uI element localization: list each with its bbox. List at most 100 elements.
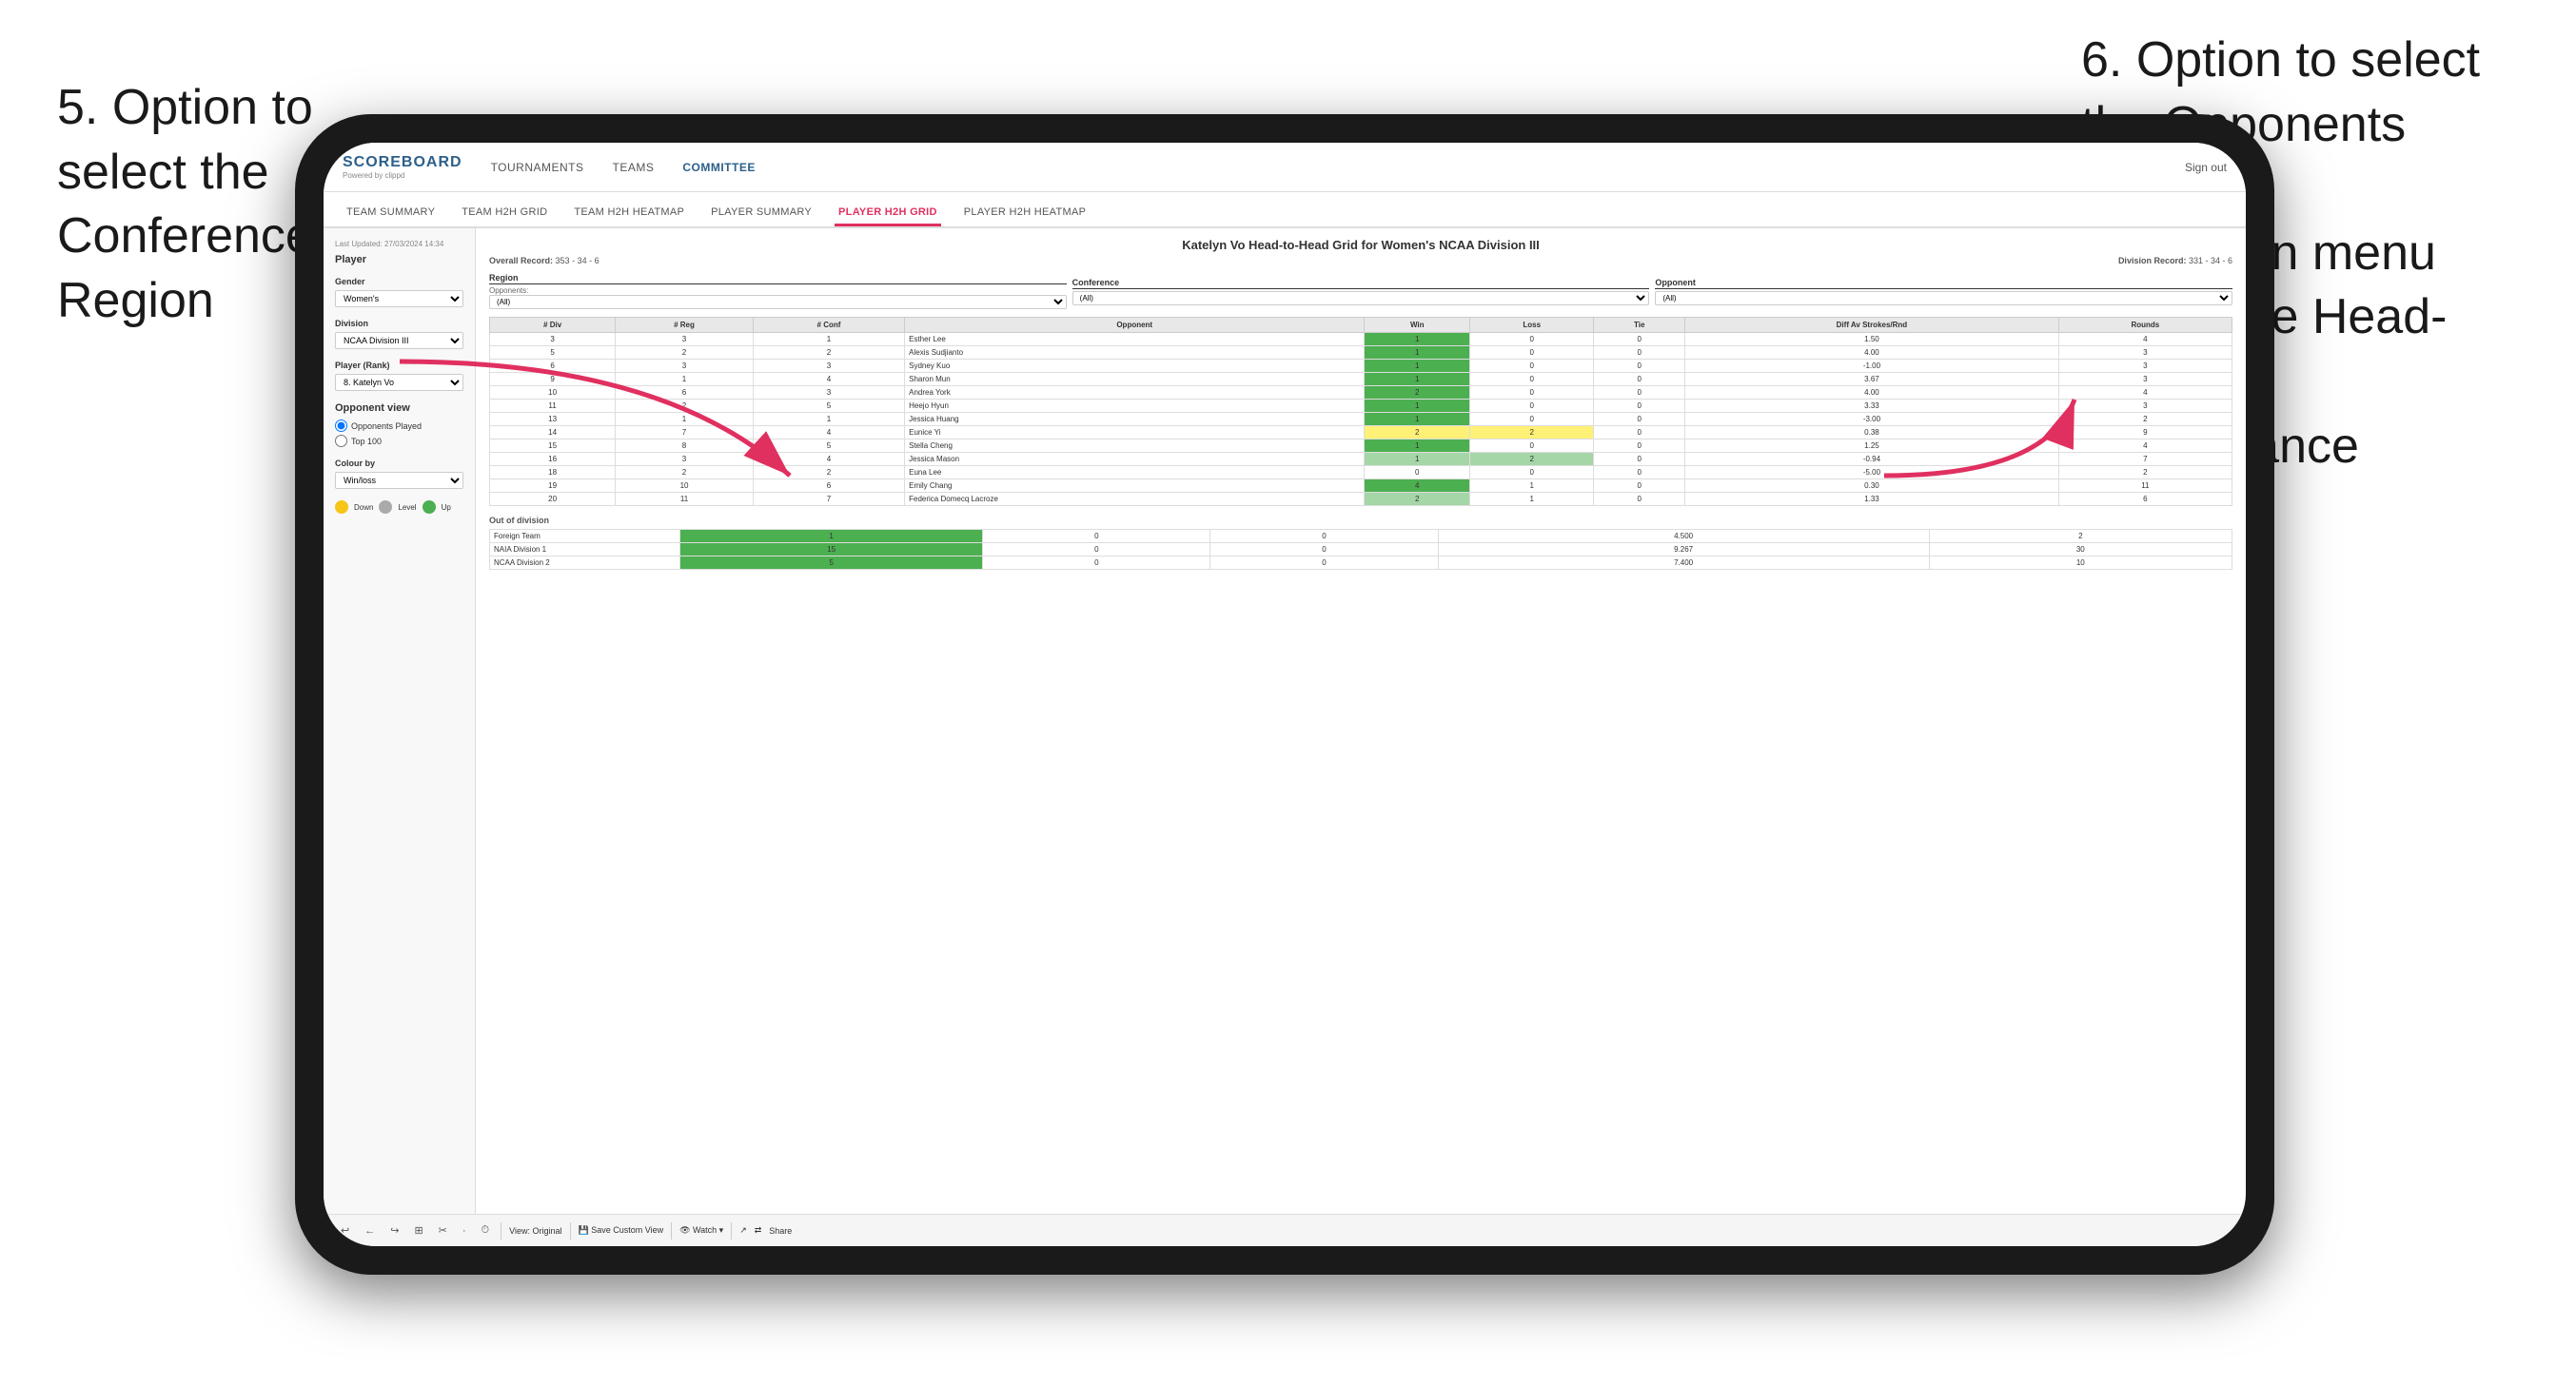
sub-nav-team-h2h-heatmap[interactable]: TEAM H2H HEATMAP bbox=[570, 201, 688, 226]
grid-btn[interactable]: ⊞ bbox=[410, 1222, 426, 1239]
cell-loss: 0 bbox=[1470, 413, 1594, 426]
sub-nav-team-summary[interactable]: TEAM SUMMARY bbox=[343, 201, 439, 226]
th-reg: # Reg bbox=[616, 318, 754, 333]
view-original-btn[interactable]: View: Original bbox=[509, 1226, 561, 1236]
sign-out[interactable]: Sign out bbox=[2185, 161, 2227, 174]
radio-opponents-played[interactable]: Opponents Played bbox=[335, 420, 463, 432]
cell-out-tie: 0 bbox=[1210, 543, 1438, 556]
cell-reg: 6 bbox=[616, 386, 754, 400]
sub-nav-team-h2h-grid[interactable]: TEAM H2H GRID bbox=[458, 201, 551, 226]
cut-btn[interactable]: ✂ bbox=[435, 1222, 451, 1239]
cell-reg: 1 bbox=[616, 373, 754, 386]
cell-conf: 5 bbox=[753, 400, 904, 413]
cell-reg: 10 bbox=[616, 479, 754, 493]
th-win: Win bbox=[1365, 318, 1470, 333]
redo-btn[interactable]: ↪ bbox=[386, 1222, 403, 1239]
sub-nav-player-h2h-grid[interactable]: PLAYER H2H GRID bbox=[835, 201, 941, 226]
table-header-row: # Div # Reg # Conf Opponent Win Loss Tie… bbox=[490, 318, 2232, 333]
player-rank-select[interactable]: 8. Katelyn Vo bbox=[335, 374, 463, 391]
th-rounds: Rounds bbox=[2058, 318, 2232, 333]
cell-out-win: 5 bbox=[680, 556, 983, 570]
cell-out-tie: 0 bbox=[1210, 530, 1438, 543]
record-row: Overall Record: 353 - 34 - 6 Division Re… bbox=[489, 256, 2232, 265]
grid-area: Katelyn Vo Head-to-Head Grid for Women's… bbox=[476, 228, 2246, 1214]
opponent-select[interactable]: (All) bbox=[1655, 291, 2232, 305]
nav-item-tournaments[interactable]: TOURNAMENTS bbox=[491, 157, 584, 178]
gender-select[interactable]: Women's bbox=[335, 290, 463, 307]
share-text-btn[interactable]: Share bbox=[769, 1226, 792, 1236]
cell-reg: 3 bbox=[616, 333, 754, 346]
cell-win: 1 bbox=[1365, 373, 1470, 386]
cell-div: 18 bbox=[490, 466, 616, 479]
cell-opponent: Esther Lee bbox=[905, 333, 1365, 346]
cell-out-opponent: Foreign Team bbox=[490, 530, 680, 543]
sub-nav-player-summary[interactable]: PLAYER SUMMARY bbox=[707, 201, 816, 226]
cell-opponent: Stella Cheng bbox=[905, 439, 1365, 453]
legend-up-label: Up bbox=[442, 503, 451, 512]
logo-sub: Powered by clippd bbox=[343, 171, 462, 180]
sidebar: Last Updated: 27/03/2024 14:34 Player Ge… bbox=[324, 228, 476, 1214]
cell-out-rounds: 30 bbox=[1929, 543, 2232, 556]
sidebar-player-rank-label: Player (Rank) bbox=[335, 361, 463, 370]
save-custom-view-btn[interactable]: 💾 Save Custom View bbox=[579, 1225, 664, 1236]
out-of-division-row: NCAA Division 2 5 0 0 7.400 10 bbox=[490, 556, 2232, 570]
cell-diff: 3.33 bbox=[1685, 400, 2059, 413]
cell-loss: 0 bbox=[1470, 346, 1594, 360]
nav-item-teams[interactable]: TEAMS bbox=[613, 157, 655, 178]
cell-div: 9 bbox=[490, 373, 616, 386]
division-record-value: 331 - 34 - 6 bbox=[2189, 256, 2232, 265]
annotation-right-line1: 6. Option to select bbox=[2081, 32, 2480, 88]
cell-rounds: 11 bbox=[2058, 479, 2232, 493]
share-btn[interactable]: ↗ bbox=[739, 1225, 747, 1236]
cell-loss: 2 bbox=[1470, 453, 1594, 466]
cell-diff: 3.67 bbox=[1685, 373, 2059, 386]
radio-opponents-played-input[interactable] bbox=[335, 420, 347, 432]
region-select[interactable]: (All) bbox=[489, 295, 1067, 309]
cell-diff: 4.00 bbox=[1685, 386, 2059, 400]
filter-conference-title: Conference bbox=[1072, 278, 1650, 289]
colour-select[interactable]: Win/loss bbox=[335, 472, 463, 489]
back-btn[interactable]: ← bbox=[361, 1223, 379, 1239]
table-row: 10 6 3 Andrea York 2 0 0 4.00 4 bbox=[490, 386, 2232, 400]
app-container: SCOREBOARD Powered by clippd TOURNAMENTS… bbox=[324, 143, 2246, 1246]
cell-reg: 2 bbox=[616, 400, 754, 413]
cell-win: 4 bbox=[1365, 479, 1470, 493]
cell-reg: 7 bbox=[616, 426, 754, 439]
overall-record-label: Overall Record: bbox=[489, 256, 553, 265]
filter-conference-section: Conference (All) bbox=[1072, 278, 1650, 305]
sidebar-opponent-section: Opponent view Opponents Played Top 100 bbox=[335, 402, 463, 447]
top-nav: SCOREBOARD Powered by clippd TOURNAMENTS… bbox=[324, 143, 2246, 192]
opponent-radio-group: Opponents Played Top 100 bbox=[335, 420, 463, 447]
nav-items: TOURNAMENTS TEAMS COMMITTEE bbox=[491, 157, 2185, 178]
watch-btn[interactable]: 👁 Watch ▾ bbox=[679, 1225, 723, 1236]
nav-item-committee[interactable]: COMMITTEE bbox=[682, 157, 756, 178]
filter-opponent-section: Opponent (All) bbox=[1655, 278, 2232, 305]
cell-opponent: Andrea York bbox=[905, 386, 1365, 400]
cell-conf: 7 bbox=[753, 493, 904, 506]
cell-tie: 0 bbox=[1594, 413, 1685, 426]
cell-out-diff: 9.267 bbox=[1438, 543, 1929, 556]
cell-reg: 1 bbox=[616, 413, 754, 426]
conference-select[interactable]: (All) bbox=[1072, 291, 1650, 305]
swap-btn[interactable]: ⇄ bbox=[755, 1225, 762, 1236]
undo-btn[interactable]: ↩ bbox=[337, 1222, 353, 1239]
sub-nav-player-h2h-heatmap[interactable]: PLAYER H2H HEATMAP bbox=[960, 201, 1090, 226]
cell-loss: 0 bbox=[1470, 400, 1594, 413]
radio-top100[interactable]: Top 100 bbox=[335, 435, 463, 447]
cell-rounds: 2 bbox=[2058, 413, 2232, 426]
cell-rounds: 3 bbox=[2058, 400, 2232, 413]
cell-loss: 0 bbox=[1470, 439, 1594, 453]
radio-top100-input[interactable] bbox=[335, 435, 347, 447]
cell-rounds: 6 bbox=[2058, 493, 2232, 506]
sidebar-division-label: Division bbox=[335, 319, 463, 328]
cell-div: 3 bbox=[490, 333, 616, 346]
cell-loss: 1 bbox=[1470, 479, 1594, 493]
cell-tie: 0 bbox=[1594, 453, 1685, 466]
division-select[interactable]: NCAA Division III bbox=[335, 332, 463, 349]
cell-opponent: Emily Chang bbox=[905, 479, 1365, 493]
cell-div: 16 bbox=[490, 453, 616, 466]
clock-btn[interactable]: ⏱ bbox=[478, 1222, 494, 1239]
dot-btn[interactable]: · bbox=[459, 1223, 470, 1239]
th-diff: Diff Av Strokes/Rnd bbox=[1685, 318, 2059, 333]
legend-down-label: Down bbox=[354, 503, 373, 512]
